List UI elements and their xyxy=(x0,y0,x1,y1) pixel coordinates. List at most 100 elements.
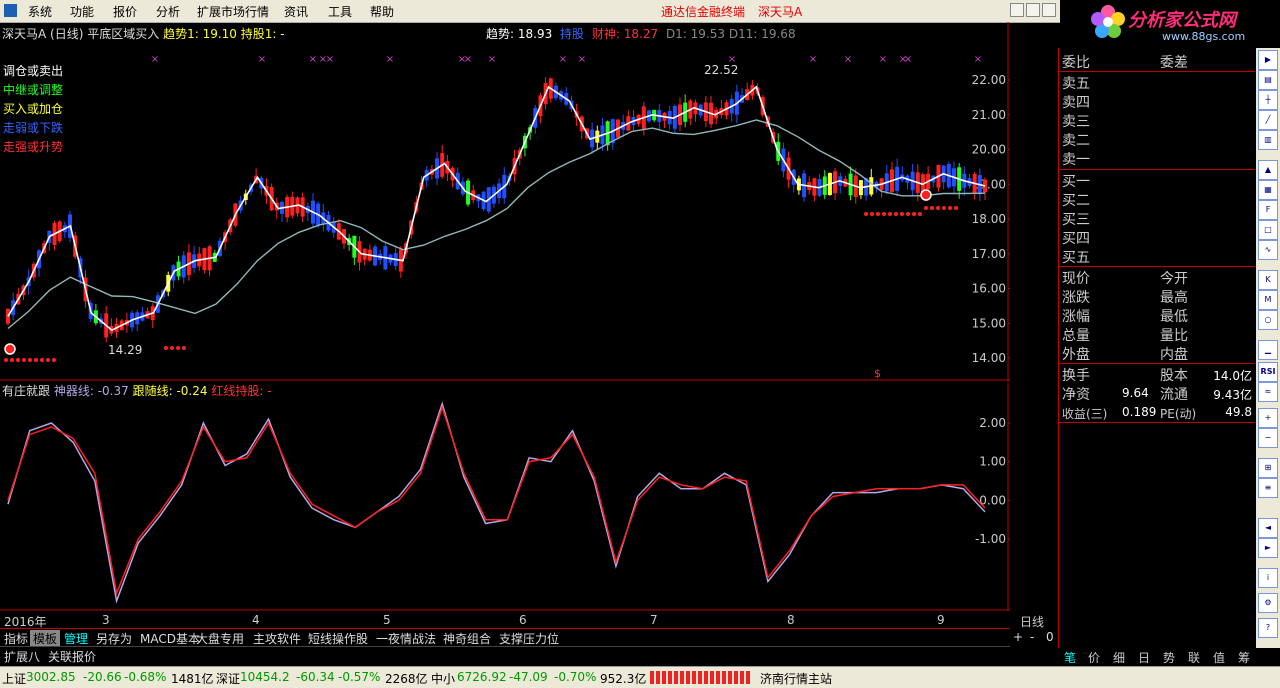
ext-tabs: 扩展八 关联报价 xyxy=(0,646,1010,665)
tool-chart-icon[interactable]: ▤ xyxy=(1258,70,1278,90)
tab-save-as[interactable]: 另存为 xyxy=(93,630,135,647)
tab-indicator[interactable]: 指标 xyxy=(1,630,31,647)
tab-chips[interactable]: 筹 xyxy=(1238,649,1250,666)
sh-change: -20.66 xyxy=(83,670,122,684)
menu-quote[interactable]: 报价 xyxy=(113,3,137,20)
tool-settings-icon[interactable]: ⚙ xyxy=(1258,593,1278,613)
menu-info[interactable]: 资讯 xyxy=(284,3,308,20)
tool-arrow-icon[interactable]: ▶ xyxy=(1258,50,1278,70)
tool-box-icon[interactable]: □ xyxy=(1258,220,1278,240)
zoom-out-button[interactable]: - xyxy=(1027,630,1037,644)
tool-macd-icon[interactable]: ≈ xyxy=(1258,382,1278,402)
tool-help-icon[interactable]: ? xyxy=(1258,618,1278,638)
header-d1: D1: 19.53 xyxy=(665,27,726,41)
quote-price: 现价 xyxy=(1062,271,1090,287)
weicha-label: 委差 xyxy=(1160,55,1188,71)
header-hold1: 持股1: - xyxy=(240,27,285,41)
quote-high: 最高 xyxy=(1160,290,1188,306)
y-tick-label: 14.00 xyxy=(972,351,1006,365)
legend-item: 中继或调整 xyxy=(3,83,64,97)
tab-manage[interactable]: 管理 xyxy=(61,630,91,647)
header-wealth: 财神: 18.27 xyxy=(591,27,659,41)
menu-system[interactable]: 系统 xyxy=(28,3,52,20)
x-label: 4 xyxy=(252,613,260,627)
low-price-label: 14.29 xyxy=(108,343,143,357)
sz-pct: -0.57% xyxy=(338,670,381,684)
tab-ext8[interactable]: 扩展八 xyxy=(1,648,43,665)
menu-function[interactable]: 功能 xyxy=(70,3,94,20)
main-kline-chart[interactable]: 22.0021.0020.0019.0018.0017.0016.0015.00… xyxy=(0,22,1010,382)
turnover-label: 换手 xyxy=(1062,368,1090,384)
tool-kline-icon[interactable]: ┼ xyxy=(1258,90,1278,110)
tab-magic[interactable]: 神奇组合 xyxy=(440,630,494,647)
signal-mark: × xyxy=(151,54,159,65)
tab-price[interactable]: 价 xyxy=(1088,649,1100,666)
tab-template[interactable]: 模板 xyxy=(30,630,61,647)
tab-related-quote[interactable]: 关联报价 xyxy=(45,648,99,665)
menu-ext-market[interactable]: 扩展市场行情 xyxy=(197,3,269,20)
signal-dot xyxy=(10,358,14,362)
quote-open: 今开 xyxy=(1160,271,1188,287)
app-icon[interactable] xyxy=(4,4,17,17)
minimize-button[interactable] xyxy=(1010,3,1024,17)
tool-vol-icon[interactable]: ▁ xyxy=(1258,340,1278,360)
tool-line-icon[interactable]: ╱ xyxy=(1258,110,1278,130)
buy-signal-icon xyxy=(4,343,16,355)
signal-dot xyxy=(936,206,940,210)
header-trend: 趋势: 18.93 xyxy=(486,27,553,41)
tool-f10-icon[interactable]: F xyxy=(1258,200,1278,220)
signal-dot xyxy=(930,206,934,210)
restore-button[interactable] xyxy=(1026,3,1040,17)
sell-1: 卖一 xyxy=(1062,152,1090,168)
sh-value: 3002.85 xyxy=(26,670,76,684)
tool-info-icon[interactable]: i xyxy=(1258,568,1278,588)
quote-outer: 外盘 xyxy=(1062,347,1090,363)
legend-item: 走弱或下跌 xyxy=(3,121,64,135)
quote-low: 最低 xyxy=(1160,309,1188,325)
menu-analysis[interactable]: 分析 xyxy=(156,3,180,20)
tab-pen[interactable]: 笔 xyxy=(1064,649,1076,666)
tab-link[interactable]: 联 xyxy=(1188,649,1200,666)
tool-up-icon[interactable]: ▲ xyxy=(1258,160,1278,180)
tab-short-stock[interactable]: 短线操作股 xyxy=(305,630,371,647)
tab-overnight[interactable]: 一夜情战法 xyxy=(373,630,439,647)
signal-dot xyxy=(176,346,180,350)
zoom-in-button[interactable]: + xyxy=(1010,630,1026,644)
signal-bars-icon xyxy=(650,671,750,684)
tool-list-icon[interactable]: ≡ xyxy=(1258,478,1278,498)
tool-scroll-icon[interactable]: ◄ xyxy=(1258,518,1278,538)
tool-circle-icon[interactable]: ○ xyxy=(1258,310,1278,330)
tab-market[interactable]: 大盘专用 xyxy=(193,630,247,647)
tool-kd-icon[interactable]: K xyxy=(1258,270,1278,290)
menu-tools[interactable]: 工具 xyxy=(328,3,352,20)
signal-dot xyxy=(22,358,26,362)
x-label: 6 xyxy=(519,613,527,627)
signal-dot xyxy=(40,358,44,362)
tool-zoom-icon[interactable]: ⊞ xyxy=(1258,458,1278,478)
tool-plus-icon[interactable]: + xyxy=(1258,408,1278,428)
tab-trend[interactable]: 势 xyxy=(1163,649,1175,666)
quote-change: 涨跌 xyxy=(1062,290,1090,306)
tool-bar-icon[interactable]: ▥ xyxy=(1258,130,1278,150)
signal-mark: × xyxy=(386,54,394,65)
tool-wave-icon[interactable]: ∿ xyxy=(1258,240,1278,260)
x-label: 5 xyxy=(383,613,391,627)
close-button[interactable] xyxy=(1042,3,1056,17)
sell-3: 卖三 xyxy=(1062,114,1090,130)
tool-grid-icon[interactable]: ▦ xyxy=(1258,180,1278,200)
tab-main-soft[interactable]: 主攻软件 xyxy=(250,630,304,647)
tool-minus-icon[interactable]: − xyxy=(1258,428,1278,448)
x-axis: 2016年 3 4 5 6 7 8 9 xyxy=(0,613,1010,629)
tab-detail[interactable]: 细 xyxy=(1113,649,1125,666)
zoom-reset-button[interactable]: 0 xyxy=(1043,630,1057,644)
tool-rsi-button[interactable]: RSI xyxy=(1258,362,1278,382)
buy-1: 买一 xyxy=(1062,174,1090,190)
tool-ma-icon[interactable]: M xyxy=(1258,290,1278,310)
menu-help[interactable]: 帮助 xyxy=(370,3,394,20)
indicator-chart[interactable]: 2.001.000.00-1.00 xyxy=(0,383,1010,611)
tab-day[interactable]: 日 xyxy=(1138,649,1150,666)
tool-scroll-right-icon[interactable]: ► xyxy=(1258,538,1278,558)
tab-support[interactable]: 支撑压力位 xyxy=(496,630,562,647)
tab-value[interactable]: 值 xyxy=(1213,649,1225,666)
brand-name: 通达信金融终端 xyxy=(661,5,746,19)
